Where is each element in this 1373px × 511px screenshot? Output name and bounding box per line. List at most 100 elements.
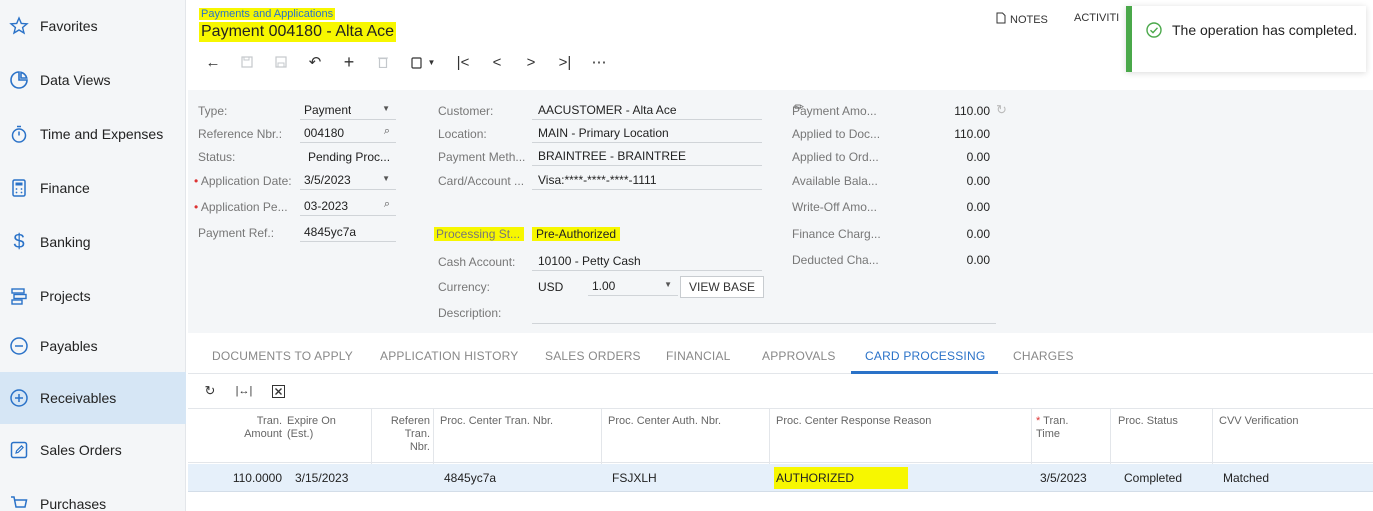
- activities-link[interactable]: ACTIVITI: [1074, 12, 1124, 24]
- column-header-proc-status[interactable]: Proc. Status: [1118, 415, 1178, 428]
- column-header-proc-center-response-reason[interactable]: Proc. Center Response Reason: [776, 415, 931, 428]
- applied-to-orders-label: Applied to Ord...: [792, 150, 879, 164]
- finance-charges-label: Finance Charg...: [792, 227, 881, 241]
- location-field[interactable]: MAIN - Primary Location: [532, 123, 762, 143]
- payment-method-field[interactable]: BRAINTREE - BRAINTREE: [532, 146, 762, 166]
- tab-documents-to-apply[interactable]: DOCUMENTS TO APPLY: [212, 349, 353, 363]
- column-divider: [433, 409, 434, 464]
- processing-status-label: Processing St...: [434, 227, 524, 241]
- sidebar-item-favorites[interactable]: Favorites: [0, 0, 186, 52]
- cell-expire-on: 3/15/2023: [295, 471, 349, 485]
- breadcrumb[interactable]: Payments and Applications: [199, 8, 336, 20]
- more-icon[interactable]: ⋯: [585, 51, 613, 73]
- location-label: Location:: [438, 127, 487, 141]
- type-value: Payment: [304, 103, 352, 117]
- sidebar-item-banking[interactable]: $ Banking: [0, 216, 186, 268]
- sidebar-item-purchases[interactable]: Purchases: [0, 478, 186, 511]
- refresh-icon[interactable]: ↻: [199, 381, 221, 401]
- plus-circle-icon: [8, 387, 30, 409]
- customer-field[interactable]: AACUSTOMER - Alta Ace: [532, 100, 762, 120]
- tab-approvals[interactable]: APPROVALS: [762, 349, 836, 363]
- star-icon: [8, 15, 30, 37]
- header-line: Time: [1036, 428, 1061, 440]
- header-line: Tran.: [404, 428, 430, 440]
- add-icon[interactable]: +: [335, 51, 363, 73]
- data-views-icon: [8, 69, 30, 91]
- column-header-tran-time[interactable]: * Tran. Time: [1036, 415, 1068, 441]
- applied-to-orders-value: 0.00: [966, 150, 990, 164]
- notes-label: NOTES: [1010, 13, 1048, 26]
- pencil-square-icon: [8, 439, 30, 461]
- header-line: Tran.: [256, 415, 282, 427]
- export-excel-icon[interactable]: [267, 381, 289, 401]
- chevron-down-icon: ▼: [382, 104, 390, 113]
- header-line: Expire On: [287, 415, 336, 427]
- currency-rate-field[interactable]: 1.00 ▼: [588, 276, 678, 296]
- card-account-field[interactable]: Visa:****-****-****-1111: [532, 170, 762, 190]
- required-marker: •: [194, 200, 201, 214]
- sidebar-item-label: Receivables: [40, 390, 117, 406]
- description-field[interactable]: [532, 304, 996, 324]
- column-header-proc-center-tran-nbr[interactable]: Proc. Center Tran. Nbr.: [440, 415, 553, 428]
- back-arrow-icon[interactable]: ←: [199, 51, 227, 73]
- first-record-icon[interactable]: |<: [449, 51, 477, 73]
- tab-financial[interactable]: FINANCIAL: [666, 349, 730, 363]
- write-off-amount-value: 0.00: [966, 200, 990, 214]
- column-header-tran-amount[interactable]: Tran. Amount: [228, 415, 282, 441]
- type-label: Type:: [198, 104, 228, 118]
- table-row[interactable]: 110.0000 3/15/2023 4845yc7a FSJXLH AUTHO…: [188, 464, 1373, 492]
- tab-charges[interactable]: CHARGES: [1013, 349, 1074, 363]
- sidebar-item-time-and-expenses[interactable]: Time and Expenses: [0, 108, 186, 160]
- sidebar-item-projects[interactable]: Projects: [0, 270, 186, 322]
- type-select[interactable]: Payment ▼: [300, 100, 396, 120]
- sidebar-item-receivables[interactable]: Receivables: [0, 372, 186, 424]
- sidebar-item-sales-orders[interactable]: Sales Orders: [0, 424, 186, 476]
- location-value: MAIN - Primary Location: [538, 126, 669, 140]
- next-record-icon[interactable]: >: [517, 51, 545, 73]
- save-icon[interactable]: [267, 51, 295, 73]
- customer-value: AACUSTOMER - Alta Ace: [538, 103, 677, 117]
- available-balance-value: 0.00: [966, 174, 990, 188]
- active-tab-indicator: [851, 371, 998, 374]
- stopwatch-icon: [8, 123, 30, 145]
- payment-ref-label: Payment Ref.:: [198, 226, 275, 240]
- tab-card-processing[interactable]: CARD PROCESSING: [865, 349, 985, 363]
- sidebar-item-label: Sales Orders: [40, 442, 122, 458]
- payment-ref-value: 4845yc7a: [304, 225, 357, 239]
- column-header-expire-on[interactable]: Expire On (Est.): [287, 415, 367, 441]
- grid-toolbar: ↻ |↔|: [199, 380, 301, 402]
- sidebar-item-data-views[interactable]: Data Views: [0, 54, 186, 106]
- processing-status-value: Pre-Authorized: [532, 227, 621, 241]
- application-period-value: 03-2023: [304, 199, 349, 213]
- delete-icon[interactable]: [369, 51, 397, 73]
- fit-columns-icon[interactable]: |↔|: [233, 381, 255, 401]
- cash-account-field[interactable]: 10100 - Petty Cash: [532, 251, 762, 271]
- summary-form: Type: Payment ▼ Reference Nbr.: 004180 ⌕…: [188, 90, 1373, 333]
- tab-sales-orders[interactable]: SALES ORDERS: [545, 349, 641, 363]
- refresh-icon[interactable]: ↻: [996, 102, 1007, 118]
- column-header-reference-tran-nbr[interactable]: Referen Tran. Nbr.: [388, 415, 430, 454]
- application-date-field[interactable]: 3/5/2023 ▼: [300, 170, 396, 190]
- reference-nbr-field[interactable]: 004180 ⌕: [300, 123, 396, 143]
- column-header-cvv-verification[interactable]: CVV Verification: [1219, 415, 1298, 428]
- chevron-down-icon: ▼: [427, 57, 436, 67]
- column-divider: [1212, 409, 1213, 464]
- sidebar-item-finance[interactable]: Finance: [0, 162, 186, 214]
- view-base-button[interactable]: VIEW BASE: [680, 276, 764, 298]
- finance-charges-value: 0.00: [966, 227, 990, 241]
- minus-circle-icon: [8, 335, 30, 357]
- save-close-icon[interactable]: [233, 51, 261, 73]
- undo-icon[interactable]: ↶: [301, 51, 329, 73]
- previous-record-icon[interactable]: <: [483, 51, 511, 73]
- copy-paste-icon[interactable]: ▼: [403, 51, 443, 73]
- notes-link[interactable]: NOTES: [996, 12, 1048, 27]
- cell-proc-center-tran-nbr: 4845yc7a: [444, 471, 497, 485]
- sidebar-item-payables[interactable]: Payables: [0, 320, 186, 372]
- payment-ref-field[interactable]: 4845yc7a: [300, 222, 396, 242]
- tab-application-history[interactable]: APPLICATION HISTORY: [380, 349, 519, 363]
- last-record-icon[interactable]: >|: [551, 51, 579, 73]
- application-period-field[interactable]: 03-2023 ⌕: [300, 196, 396, 216]
- column-header-proc-center-auth-nbr[interactable]: Proc. Center Auth. Nbr.: [608, 415, 721, 428]
- cart-icon: [8, 493, 30, 511]
- sidebar-item-label: Banking: [40, 234, 91, 250]
